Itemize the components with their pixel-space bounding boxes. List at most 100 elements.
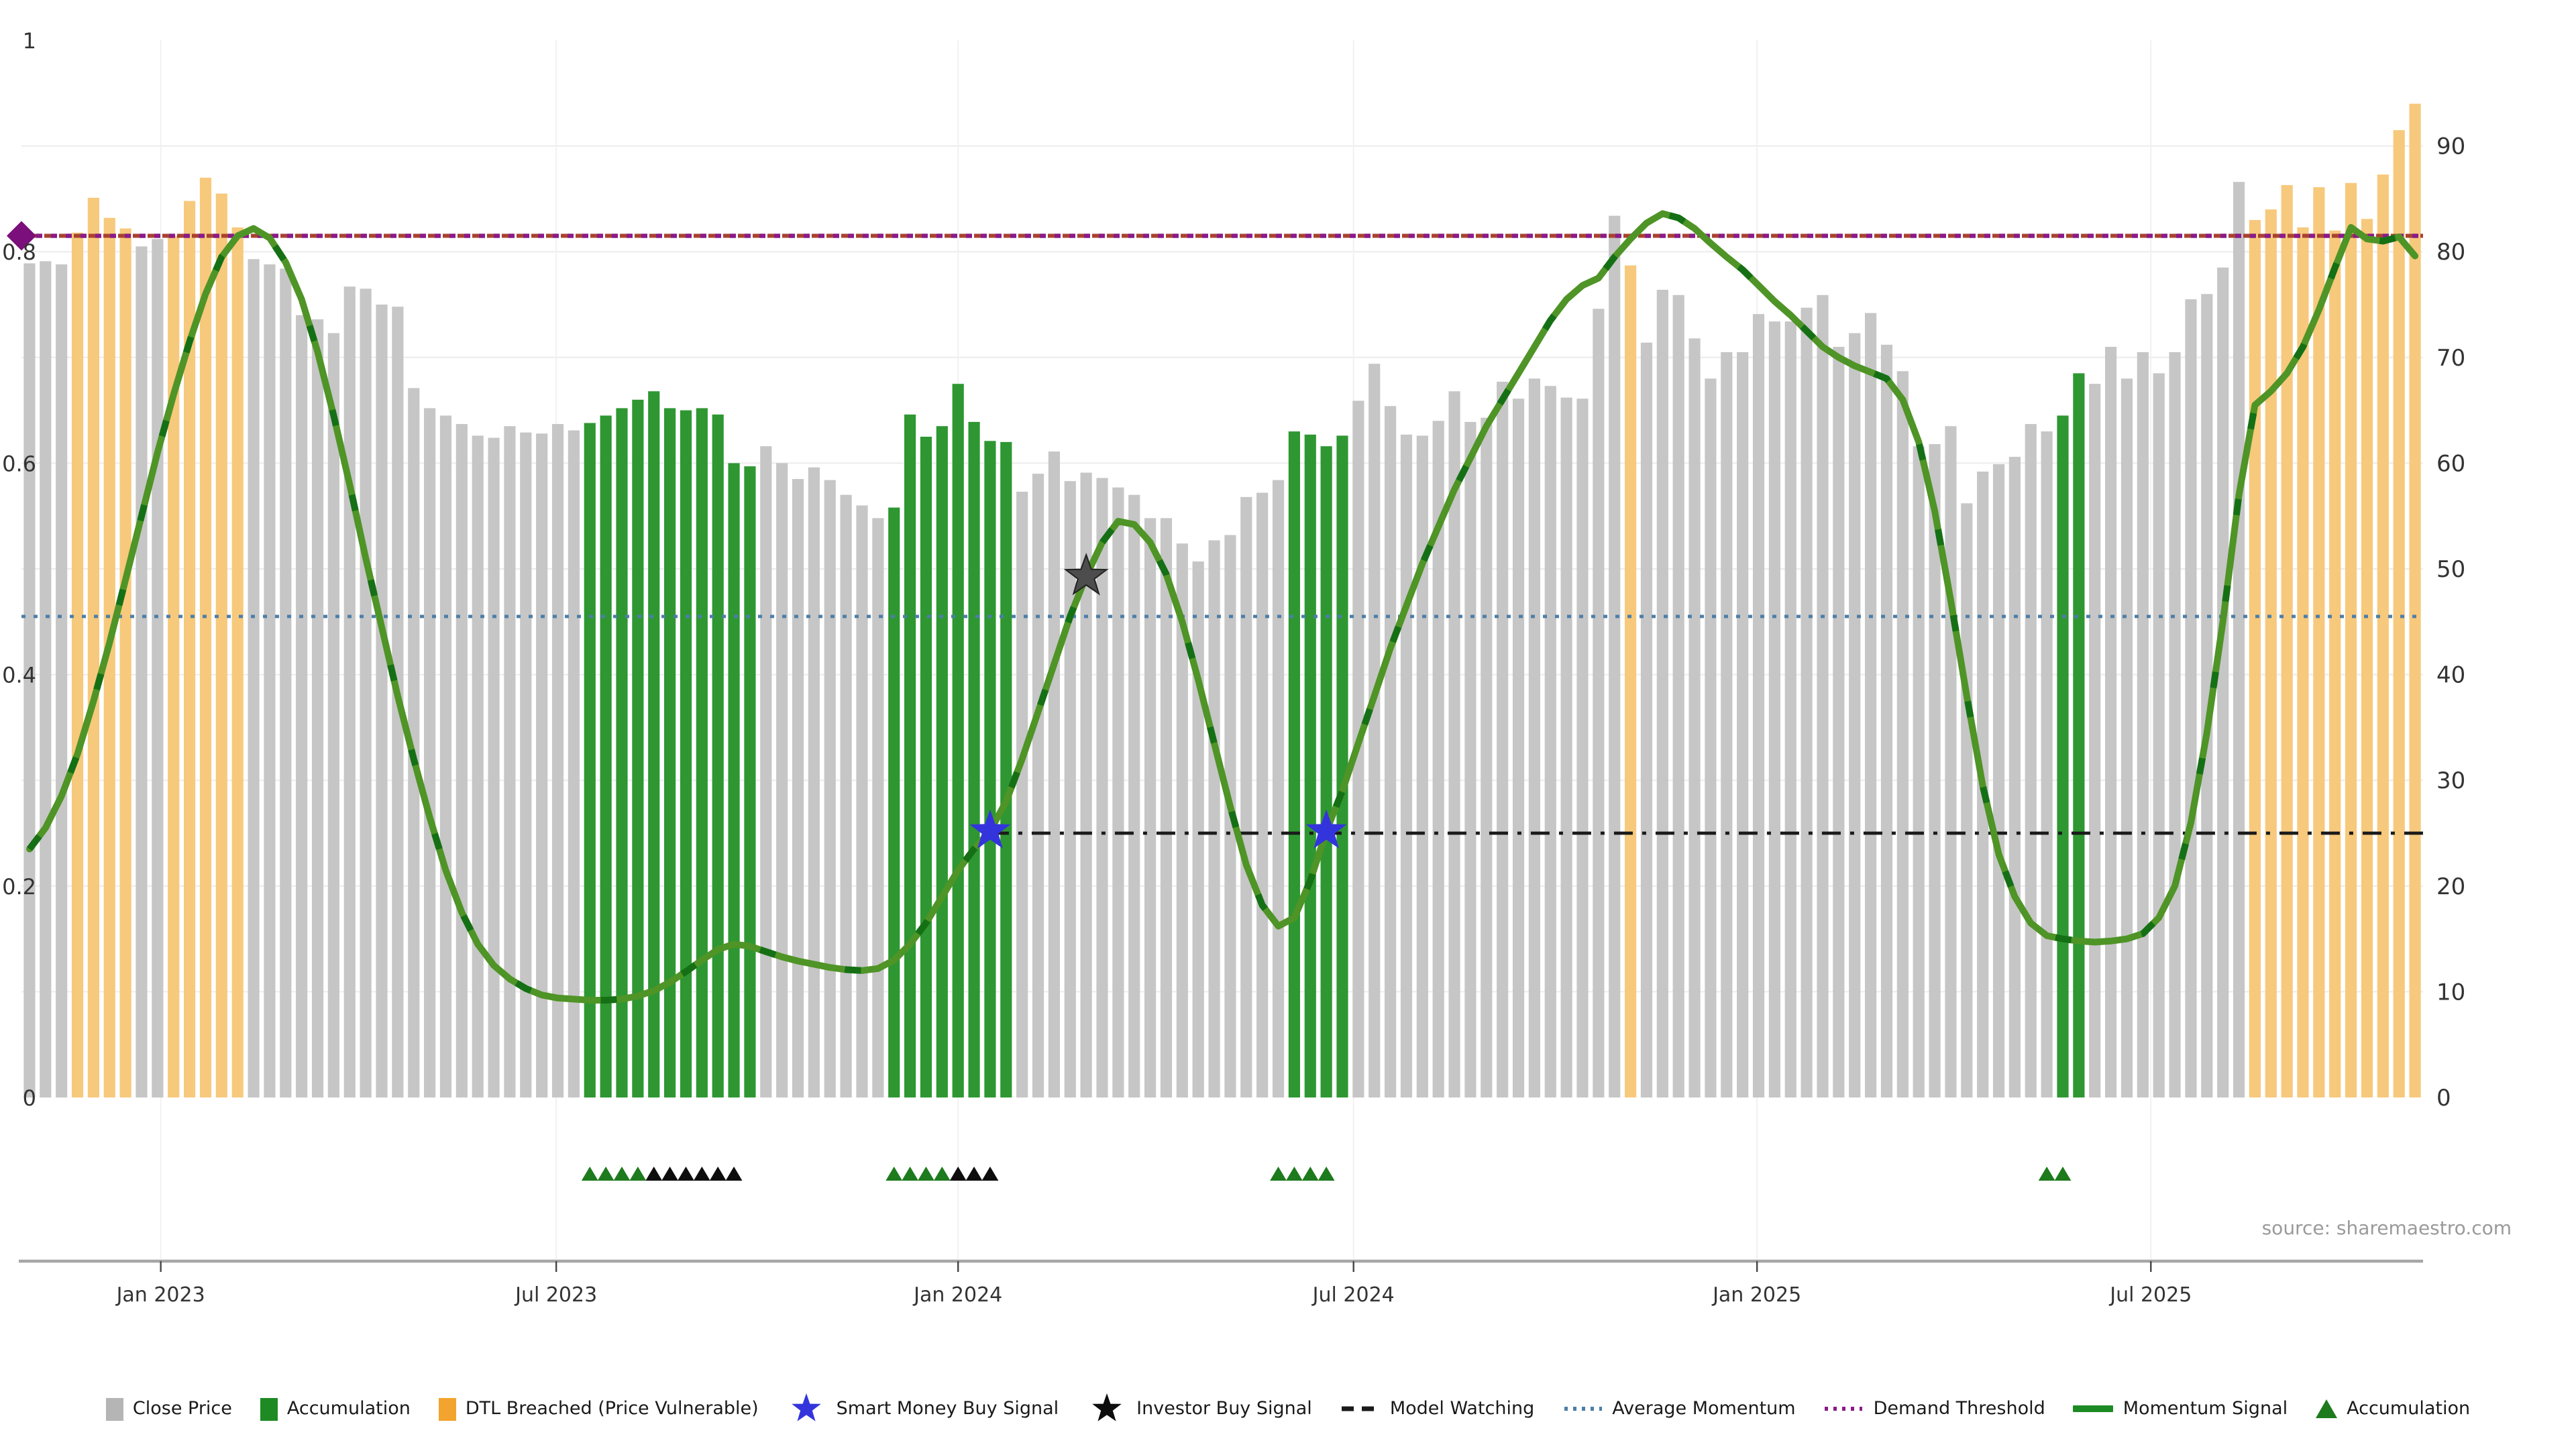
close-price-bar — [2025, 424, 2037, 1097]
accumulation-bar — [953, 384, 964, 1097]
close-price-bar — [1961, 503, 1972, 1097]
accumulation-bar — [616, 408, 627, 1097]
right-axis-label: 20 — [2436, 873, 2465, 900]
close-price-bar — [824, 480, 836, 1097]
dtl-breached-bar — [216, 194, 227, 1097]
accumulation-bar — [1321, 446, 1332, 1097]
close-price-bar — [2185, 299, 2196, 1097]
close-price-bar — [2105, 347, 2116, 1097]
close-price-bar — [1401, 435, 1412, 1097]
close-price-bar — [792, 479, 804, 1097]
close-price-bar — [1016, 492, 1028, 1097]
legend-dotted-icon — [1824, 1393, 1864, 1425]
close-price-bar — [1993, 464, 2004, 1097]
dtl-breached-bar — [2361, 219, 2373, 1097]
accumulation-triangle-green — [934, 1167, 951, 1181]
accumulation-triangle-green — [1302, 1167, 1319, 1181]
close-price-bar — [1705, 378, 1716, 1097]
accumulation-triangle-green — [582, 1167, 598, 1181]
close-price-bar — [456, 424, 468, 1097]
accumulation-triangle-black — [710, 1167, 727, 1181]
accumulation-bar — [584, 423, 596, 1097]
close-price-bar — [152, 239, 163, 1097]
left-axis-label: 0.4 — [2, 663, 36, 688]
accumulation-triangle-green — [2039, 1167, 2055, 1181]
legend-label: Investor Buy Signal — [1136, 1398, 1312, 1419]
accumulation-bar — [600, 415, 612, 1097]
accumulation-triangle-green — [2055, 1167, 2072, 1181]
x-tick-label: Jan 2024 — [912, 1283, 1002, 1307]
legend-star-icon — [787, 1393, 827, 1425]
close-price-bar — [1240, 497, 1252, 1097]
dtl-breached-bar — [2329, 231, 2341, 1097]
price-momentum-chart: Jan 2023Jul 2023Jan 2024Jul 2024Jan 2025… — [0, 0, 2576, 1382]
close-price-bar — [248, 259, 259, 1097]
accumulation-bar — [1000, 442, 1012, 1097]
left-axis-label: 0 — [23, 1085, 36, 1111]
close-price-bar — [1208, 540, 1220, 1097]
legend-swatch-icon — [106, 1397, 123, 1420]
close-price-bar — [1497, 382, 1508, 1097]
close-price-bar — [1897, 371, 1909, 1097]
close-price-bar — [488, 438, 499, 1097]
right-axis-label: 50 — [2436, 556, 2465, 583]
dtl-breached-bar — [2345, 183, 2357, 1097]
accumulation-bar — [712, 415, 724, 1097]
close-price-bar — [1417, 435, 1428, 1097]
close-price-bar — [1576, 398, 1588, 1097]
accumulation-triangle-black — [661, 1167, 678, 1181]
left-axis-label: 0.6 — [2, 451, 36, 476]
accumulation-bar — [1336, 435, 1348, 1097]
close-price-bar — [1881, 345, 1892, 1097]
close-price-bar — [1112, 488, 1124, 1097]
close-price-bar — [2153, 373, 2165, 1097]
legend-label: Momentum Signal — [2123, 1398, 2288, 1419]
close-price-bar — [328, 333, 339, 1097]
close-price-bar — [312, 319, 323, 1097]
close-price-bar — [1385, 406, 1396, 1097]
dtl-breached-bar — [2249, 220, 2261, 1097]
close-price-bar — [1785, 321, 1796, 1097]
accumulation-bar — [936, 426, 948, 1097]
close-price-bar — [136, 246, 147, 1097]
dtl-breached-bar — [168, 236, 179, 1097]
dtl-breached-bar — [88, 198, 99, 1097]
close-price-bar — [760, 446, 771, 1097]
accumulation-triangle-green — [629, 1167, 646, 1181]
close-price-bar — [1945, 426, 1956, 1097]
legend-item: Close Price — [106, 1397, 232, 1420]
dtl-breached-bar — [232, 227, 244, 1097]
accumulation-triangle-black — [694, 1167, 710, 1181]
accumulation-triangle-green — [1286, 1167, 1303, 1181]
accumulation-bar — [728, 463, 739, 1097]
close-price-bar — [360, 288, 372, 1097]
close-price-bar — [56, 264, 67, 1097]
legend-item: Smart Money Buy Signal — [787, 1393, 1059, 1425]
legend-label: Close Price — [133, 1398, 232, 1419]
close-price-bar — [1641, 343, 1652, 1097]
legend-dash-icon — [1340, 1393, 1381, 1425]
close-price-bar — [1049, 451, 1060, 1097]
legend-item: Investor Buy Signal — [1087, 1393, 1312, 1425]
close-price-bar — [776, 463, 788, 1097]
close-price-bar — [1593, 309, 1604, 1097]
accumulation-triangle-black — [950, 1167, 967, 1181]
legend-item: Model Watching — [1340, 1393, 1534, 1425]
accumulation-triangle-green — [885, 1167, 902, 1181]
legend-label: Smart Money Buy Signal — [837, 1398, 1059, 1419]
close-price-bar — [2169, 352, 2180, 1097]
close-price-bar — [1688, 338, 1700, 1097]
close-price-bar — [440, 415, 451, 1097]
dtl-breached-bar — [1625, 266, 1636, 1097]
right-axis-label: 90 — [2436, 133, 2465, 160]
left-axis-label: 0.8 — [2, 239, 36, 265]
close-price-bar — [872, 518, 883, 1097]
accumulation-bar — [696, 408, 708, 1097]
close-price-bar — [1144, 518, 1156, 1097]
accumulation-triangle-green — [1270, 1167, 1287, 1181]
right-axis-label: 10 — [2436, 979, 2465, 1006]
close-price-bar — [2041, 431, 2053, 1097]
close-price-bar — [1464, 422, 1476, 1097]
dtl-breached-bar — [2377, 174, 2389, 1097]
close-price-bar — [2137, 352, 2149, 1097]
